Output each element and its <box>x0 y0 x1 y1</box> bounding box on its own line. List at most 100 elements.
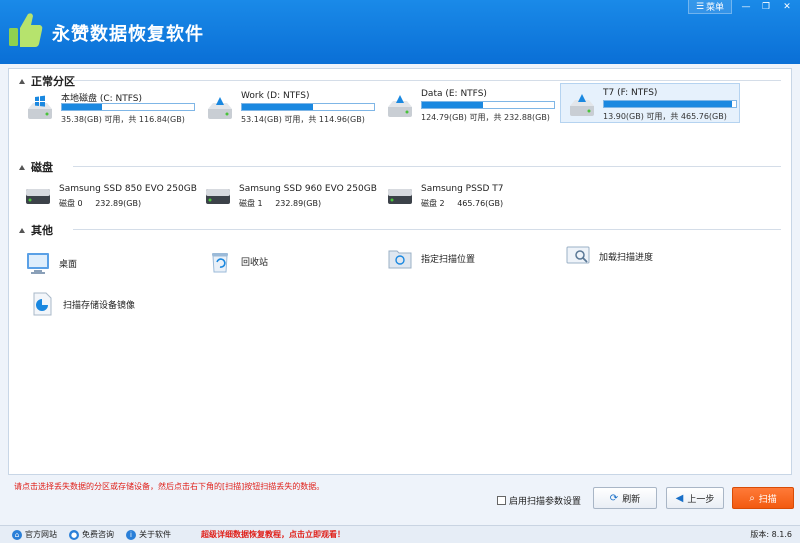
hard-disk-icon <box>26 189 50 204</box>
disk-info: 磁盘 2 465.76(GB) <box>421 198 513 209</box>
section-divider <box>73 166 781 167</box>
other-label: 加载扫描进度 <box>599 252 654 263</box>
instruction-hint: 请点击选择丢失数据的分区或存储设备，然后点击右下角的[扫描]按钮扫描丢失的数据。 <box>14 482 325 491</box>
collapse-arrow-icon[interactable] <box>19 164 25 170</box>
about-link[interactable]: i 关于软件 <box>126 529 171 540</box>
info-icon: i <box>126 529 136 540</box>
partitions-title: 正常分区 <box>31 75 75 88</box>
consult-link[interactable]: ● 免费咨询 <box>69 529 114 540</box>
disk-name: Samsung PSSD T7 <box>421 184 504 194</box>
partition-usage-bar <box>241 103 375 111</box>
partition-d[interactable]: Work (D: NTFS) 53.14(GB) 可用，共 114.96(GB) <box>199 89 377 125</box>
other-label: 回收站 <box>241 257 269 268</box>
partition-f[interactable]: T7 (F: NTFS) 13.90(GB) 可用，共 465.76(GB) <box>560 83 740 123</box>
folder-scan-icon <box>388 250 412 269</box>
partition-size: 53.14(GB) 可用，共 114.96(GB) <box>241 115 365 124</box>
close-button[interactable]: ✕ <box>776 0 798 14</box>
partition-size: 13.90(GB) 可用，共 465.76(GB) <box>603 112 727 121</box>
other-label: 指定扫描位置 <box>421 254 476 265</box>
back-label: 上一步 <box>687 494 715 505</box>
consult-label: 免费咨询 <box>82 530 114 539</box>
title-bar: 永赞数据恢复软件 ☰ 菜单 — ❐ ✕ <box>0 0 800 64</box>
disk-label: 磁盘 1 <box>239 199 263 208</box>
minimize-button[interactable]: — <box>736 0 756 14</box>
thumbs-up-logo-icon <box>9 13 43 48</box>
menu-label: 菜单 <box>706 3 725 13</box>
arrow-left-icon: ◀ <box>675 492 684 504</box>
refresh-label: 刷新 <box>622 494 641 505</box>
partition-name: Data (E: NTFS) <box>421 89 487 99</box>
partition-usage-bar <box>421 101 555 109</box>
maximize-icon: ❐ <box>761 2 771 12</box>
collapse-arrow-icon[interactable] <box>19 78 25 84</box>
close-icon: ✕ <box>783 2 791 12</box>
website-link[interactable]: ⌂ 官方网站 <box>12 529 57 540</box>
scan-label: 扫描 <box>758 494 777 505</box>
disk-name: Samsung SSD 850 EVO 250GB <box>59 184 197 194</box>
disk-1[interactable]: Samsung SSD 960 EVO 250GB 磁盘 1 232.89(GB… <box>205 182 383 212</box>
hard-disk-icon <box>206 189 230 204</box>
section-divider <box>73 229 781 230</box>
version-label: 版本: 8.1.6 <box>750 530 792 539</box>
disk-size: 465.76(GB) <box>457 199 504 208</box>
disk-image-icon <box>33 292 52 316</box>
other-recycle-bin[interactable]: 回收站 <box>207 247 268 275</box>
refresh-button[interactable]: ⟳ 刷新 <box>593 487 657 509</box>
partition-name: T7 (F: NTFS) <box>603 88 658 98</box>
menu-icon: ☰ <box>695 1 705 12</box>
back-button[interactable]: ◀ 上一步 <box>666 487 724 509</box>
disks-section-title: 磁盘 <box>19 159 53 175</box>
other-label: 扫描存储设备镜像 <box>63 300 136 311</box>
drive-icon <box>570 94 594 116</box>
partition-size: 124.79(GB) 可用，共 232.88(GB) <box>421 113 550 122</box>
partition-usage-fill <box>242 104 314 110</box>
maximize-button[interactable]: ❐ <box>756 0 776 14</box>
refresh-icon: ⟳ <box>609 492 619 504</box>
partitions-section-title: 正常分区 <box>19 73 75 89</box>
windows-drive-icon <box>28 95 52 119</box>
other-specify-location[interactable]: 指定扫描位置 <box>387 244 475 272</box>
disk-size: 232.89(GB) <box>275 199 322 208</box>
partition-usage-fill <box>62 104 102 110</box>
disk-info: 磁盘 1 232.89(GB) <box>239 198 331 209</box>
disks-title: 磁盘 <box>31 161 53 174</box>
status-bar: ⌂ 官方网站 ● 免费咨询 i 关于软件 超级详细数据恢复教程，点击立即观看！ … <box>0 525 800 543</box>
website-label: 官方网站 <box>25 530 57 539</box>
search-icon: ⌕ <box>749 492 755 504</box>
scan-button[interactable]: ⌕ 扫描 <box>732 487 794 509</box>
checkbox-icon[interactable] <box>497 496 506 505</box>
scan-params-checkbox[interactable]: 启用扫描参数设置 <box>497 494 581 507</box>
other-disk-image[interactable]: 扫描存储设备镜像 <box>29 290 135 318</box>
main-panel: 正常分区 本地磁盘 (C: NTFS) 35.38(GB) 可用，共 116.8… <box>8 68 792 475</box>
disk-2[interactable]: Samsung PSSD T7 磁盘 2 465.76(GB) <box>387 182 565 212</box>
disk-label: 磁盘 2 <box>421 199 445 208</box>
scan-params-label: 启用扫描参数设置 <box>509 497 582 507</box>
other-desktop[interactable]: 桌面 <box>25 249 77 277</box>
home-icon: ⌂ <box>12 529 22 540</box>
others-section-title: 其他 <box>19 222 53 238</box>
collapse-arrow-icon[interactable] <box>19 227 25 233</box>
partition-e[interactable]: Data (E: NTFS) 124.79(GB) 可用，共 232.88(GB… <box>379 87 557 123</box>
other-label: 桌面 <box>59 259 78 270</box>
partition-usage-fill <box>422 102 483 108</box>
disk-label: 磁盘 0 <box>59 199 83 208</box>
section-divider <box>73 80 781 81</box>
hard-disk-icon <box>388 189 412 204</box>
about-label: 关于软件 <box>139 530 171 539</box>
drive-icon <box>388 95 412 117</box>
partition-c[interactable]: 本地磁盘 (C: NTFS) 35.38(GB) 可用，共 116.84(GB) <box>19 89 197 125</box>
disk-0[interactable]: Samsung SSD 850 EVO 250GB 磁盘 0 232.89(GB… <box>25 182 203 212</box>
disk-info: 磁盘 0 232.89(GB) <box>59 198 151 209</box>
disk-size: 232.89(GB) <box>95 199 142 208</box>
load-progress-icon <box>566 246 590 264</box>
desktop-icon <box>27 253 49 274</box>
menu-button[interactable]: ☰ 菜单 <box>688 0 732 14</box>
tutorial-promo-link[interactable]: 超级详细数据恢复教程，点击立即观看！ <box>201 529 345 540</box>
chat-icon: ● <box>69 529 79 540</box>
disk-name: Samsung SSD 960 EVO 250GB <box>239 184 377 194</box>
recycle-bin-icon <box>212 253 228 273</box>
other-load-progress[interactable]: 加载扫描进度 <box>565 242 653 270</box>
others-title: 其他 <box>31 224 53 237</box>
app-title: 永赞数据恢复软件 <box>52 24 204 45</box>
partition-usage-bar <box>61 103 195 111</box>
